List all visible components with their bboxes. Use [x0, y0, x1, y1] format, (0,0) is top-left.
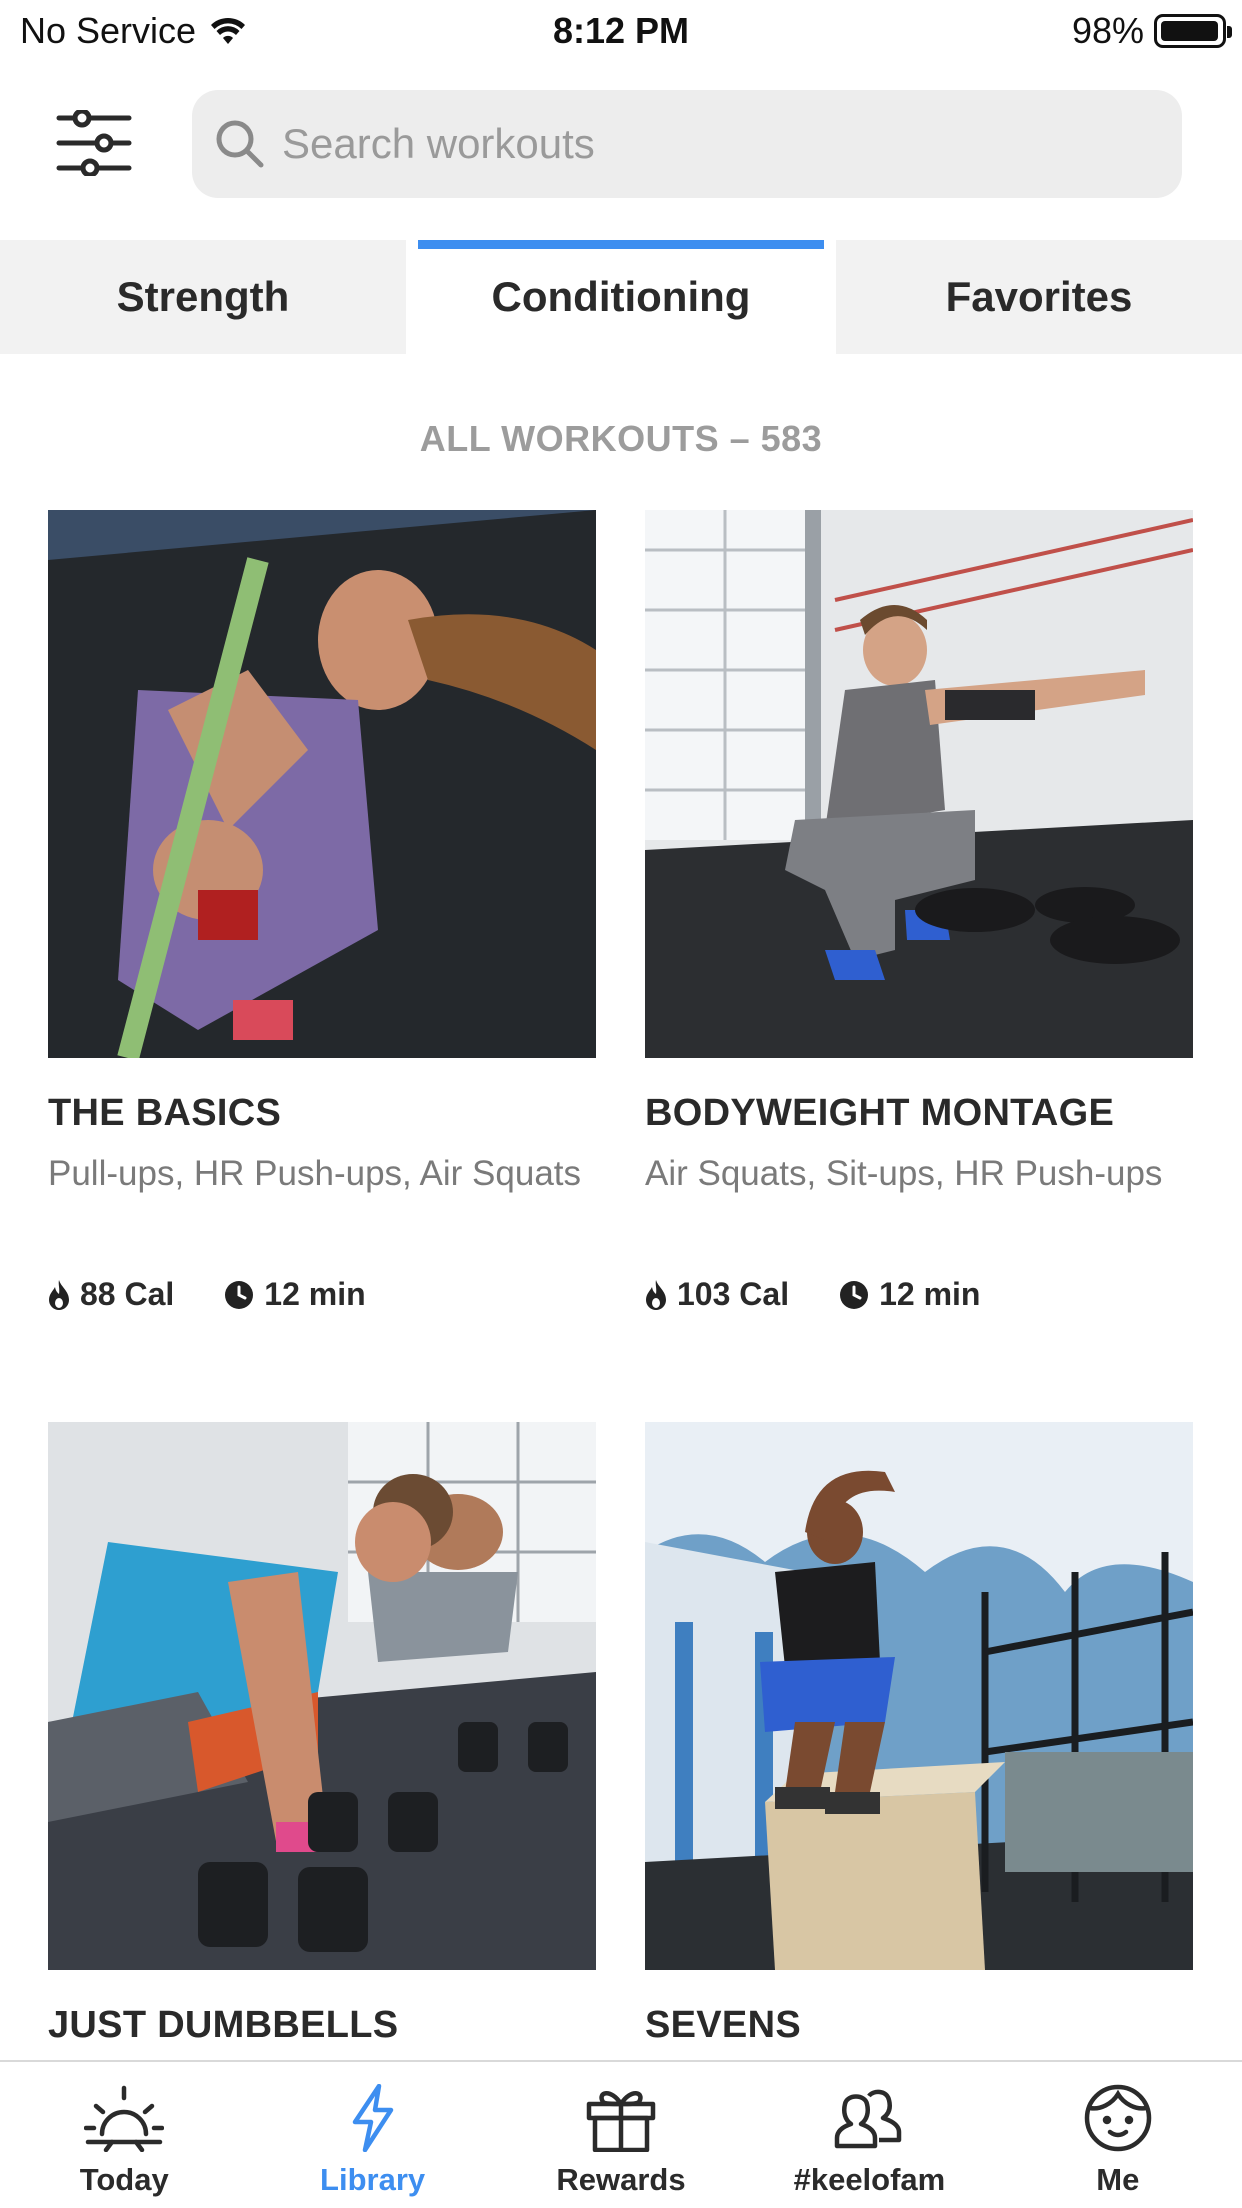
tab-conditioning[interactable]: Conditioning [406, 240, 836, 354]
search-icon [216, 120, 264, 168]
workout-exercises: Air Squats, Sit-ups, HR Push-ups [645, 1154, 1163, 1193]
nav-community[interactable]: #keelofam [745, 2062, 993, 2208]
people-icon [835, 2089, 902, 2149]
clock-icon [840, 1280, 869, 1309]
workout-title: BODYWEIGHT MONTAGE [645, 1092, 1115, 1134]
face-icon [1084, 2084, 1152, 2152]
workout-image [645, 1422, 1193, 1970]
workout-card[interactable]: JUST DUMBBELLS [48, 1422, 596, 2058]
battery-status: 98% [1071, 10, 1232, 52]
nav-label: Me [1096, 2162, 1140, 2197]
nav-me[interactable]: Me [994, 2062, 1242, 2208]
bottom-navigation: Today Library Rewards #keelofam Me [0, 2060, 1242, 2208]
nav-label: Rewards [556, 2162, 686, 2197]
nav-label: Today [79, 2162, 169, 2197]
tab-favorites[interactable]: Favorites [836, 240, 1242, 354]
battery-icon [1154, 14, 1232, 48]
workout-title: SEVENS [645, 2004, 801, 2046]
battery-percent: 98% [1071, 10, 1144, 51]
workout-card[interactable]: SEVENS [645, 1422, 1193, 2058]
flame-icon [49, 1279, 69, 1310]
workout-meta: 103 Cal 12 min [645, 1276, 1030, 1313]
workout-card[interactable]: THE BASICS Pull-ups, HR Push-ups, Air Sq… [48, 510, 596, 1330]
tab-label: Favorites [945, 273, 1133, 320]
tab-label: Strength [116, 273, 290, 320]
calories-value: 88 Cal [80, 1276, 175, 1312]
tab-label: Conditioning [491, 273, 751, 320]
gift-icon [586, 2091, 656, 2152]
flame-icon [646, 1279, 666, 1310]
workout-title: THE BASICS [48, 1092, 282, 1134]
status-bar: No Service 8:12 PM 98% [0, 0, 1242, 62]
calories: 88 Cal [48, 1276, 174, 1313]
nav-today[interactable]: Today [0, 2062, 248, 2208]
calories-value: 103 Cal [677, 1276, 790, 1312]
lightning-icon [352, 2084, 393, 2152]
category-tabs: Strength Conditioning Favorites [0, 240, 1242, 354]
nav-rewards[interactable]: Rewards [497, 2062, 745, 2208]
workout-exercises: Pull-ups, HR Push-ups, Air Squats [48, 1154, 582, 1193]
nav-label: #keelofam [793, 2162, 946, 2197]
workout-meta: 88 Cal 12 min [48, 1276, 416, 1313]
duration: 12 min [839, 1276, 980, 1313]
workout-image [645, 510, 1193, 1058]
search-bar[interactable] [192, 90, 1182, 198]
workout-image [48, 510, 596, 1058]
clock-icon [225, 1280, 254, 1309]
tab-strength[interactable]: Strength [0, 240, 406, 354]
duration: 12 min [224, 1276, 366, 1313]
nav-library[interactable]: Library [248, 2062, 496, 2208]
nav-label: Library [320, 2162, 426, 2197]
status-time: 8:12 PM [552, 10, 690, 51]
duration-value: 12 min [264, 1276, 366, 1312]
search-input[interactable] [282, 120, 1162, 168]
workout-title: JUST DUMBBELLS [48, 2004, 399, 2046]
workout-card[interactable]: BODYWEIGHT MONTAGE Air Squats, Sit-ups, … [645, 510, 1193, 1330]
calories: 103 Cal [645, 1276, 789, 1313]
section-heading: ALL WORKOUTS – 583 [419, 418, 823, 459]
sliders-icon [56, 108, 132, 178]
sunrise-icon [84, 2085, 165, 2152]
duration-value: 12 min [879, 1276, 981, 1312]
battery-fill [1161, 21, 1218, 41]
filter-button[interactable] [56, 108, 132, 178]
workout-image [48, 1422, 596, 1970]
